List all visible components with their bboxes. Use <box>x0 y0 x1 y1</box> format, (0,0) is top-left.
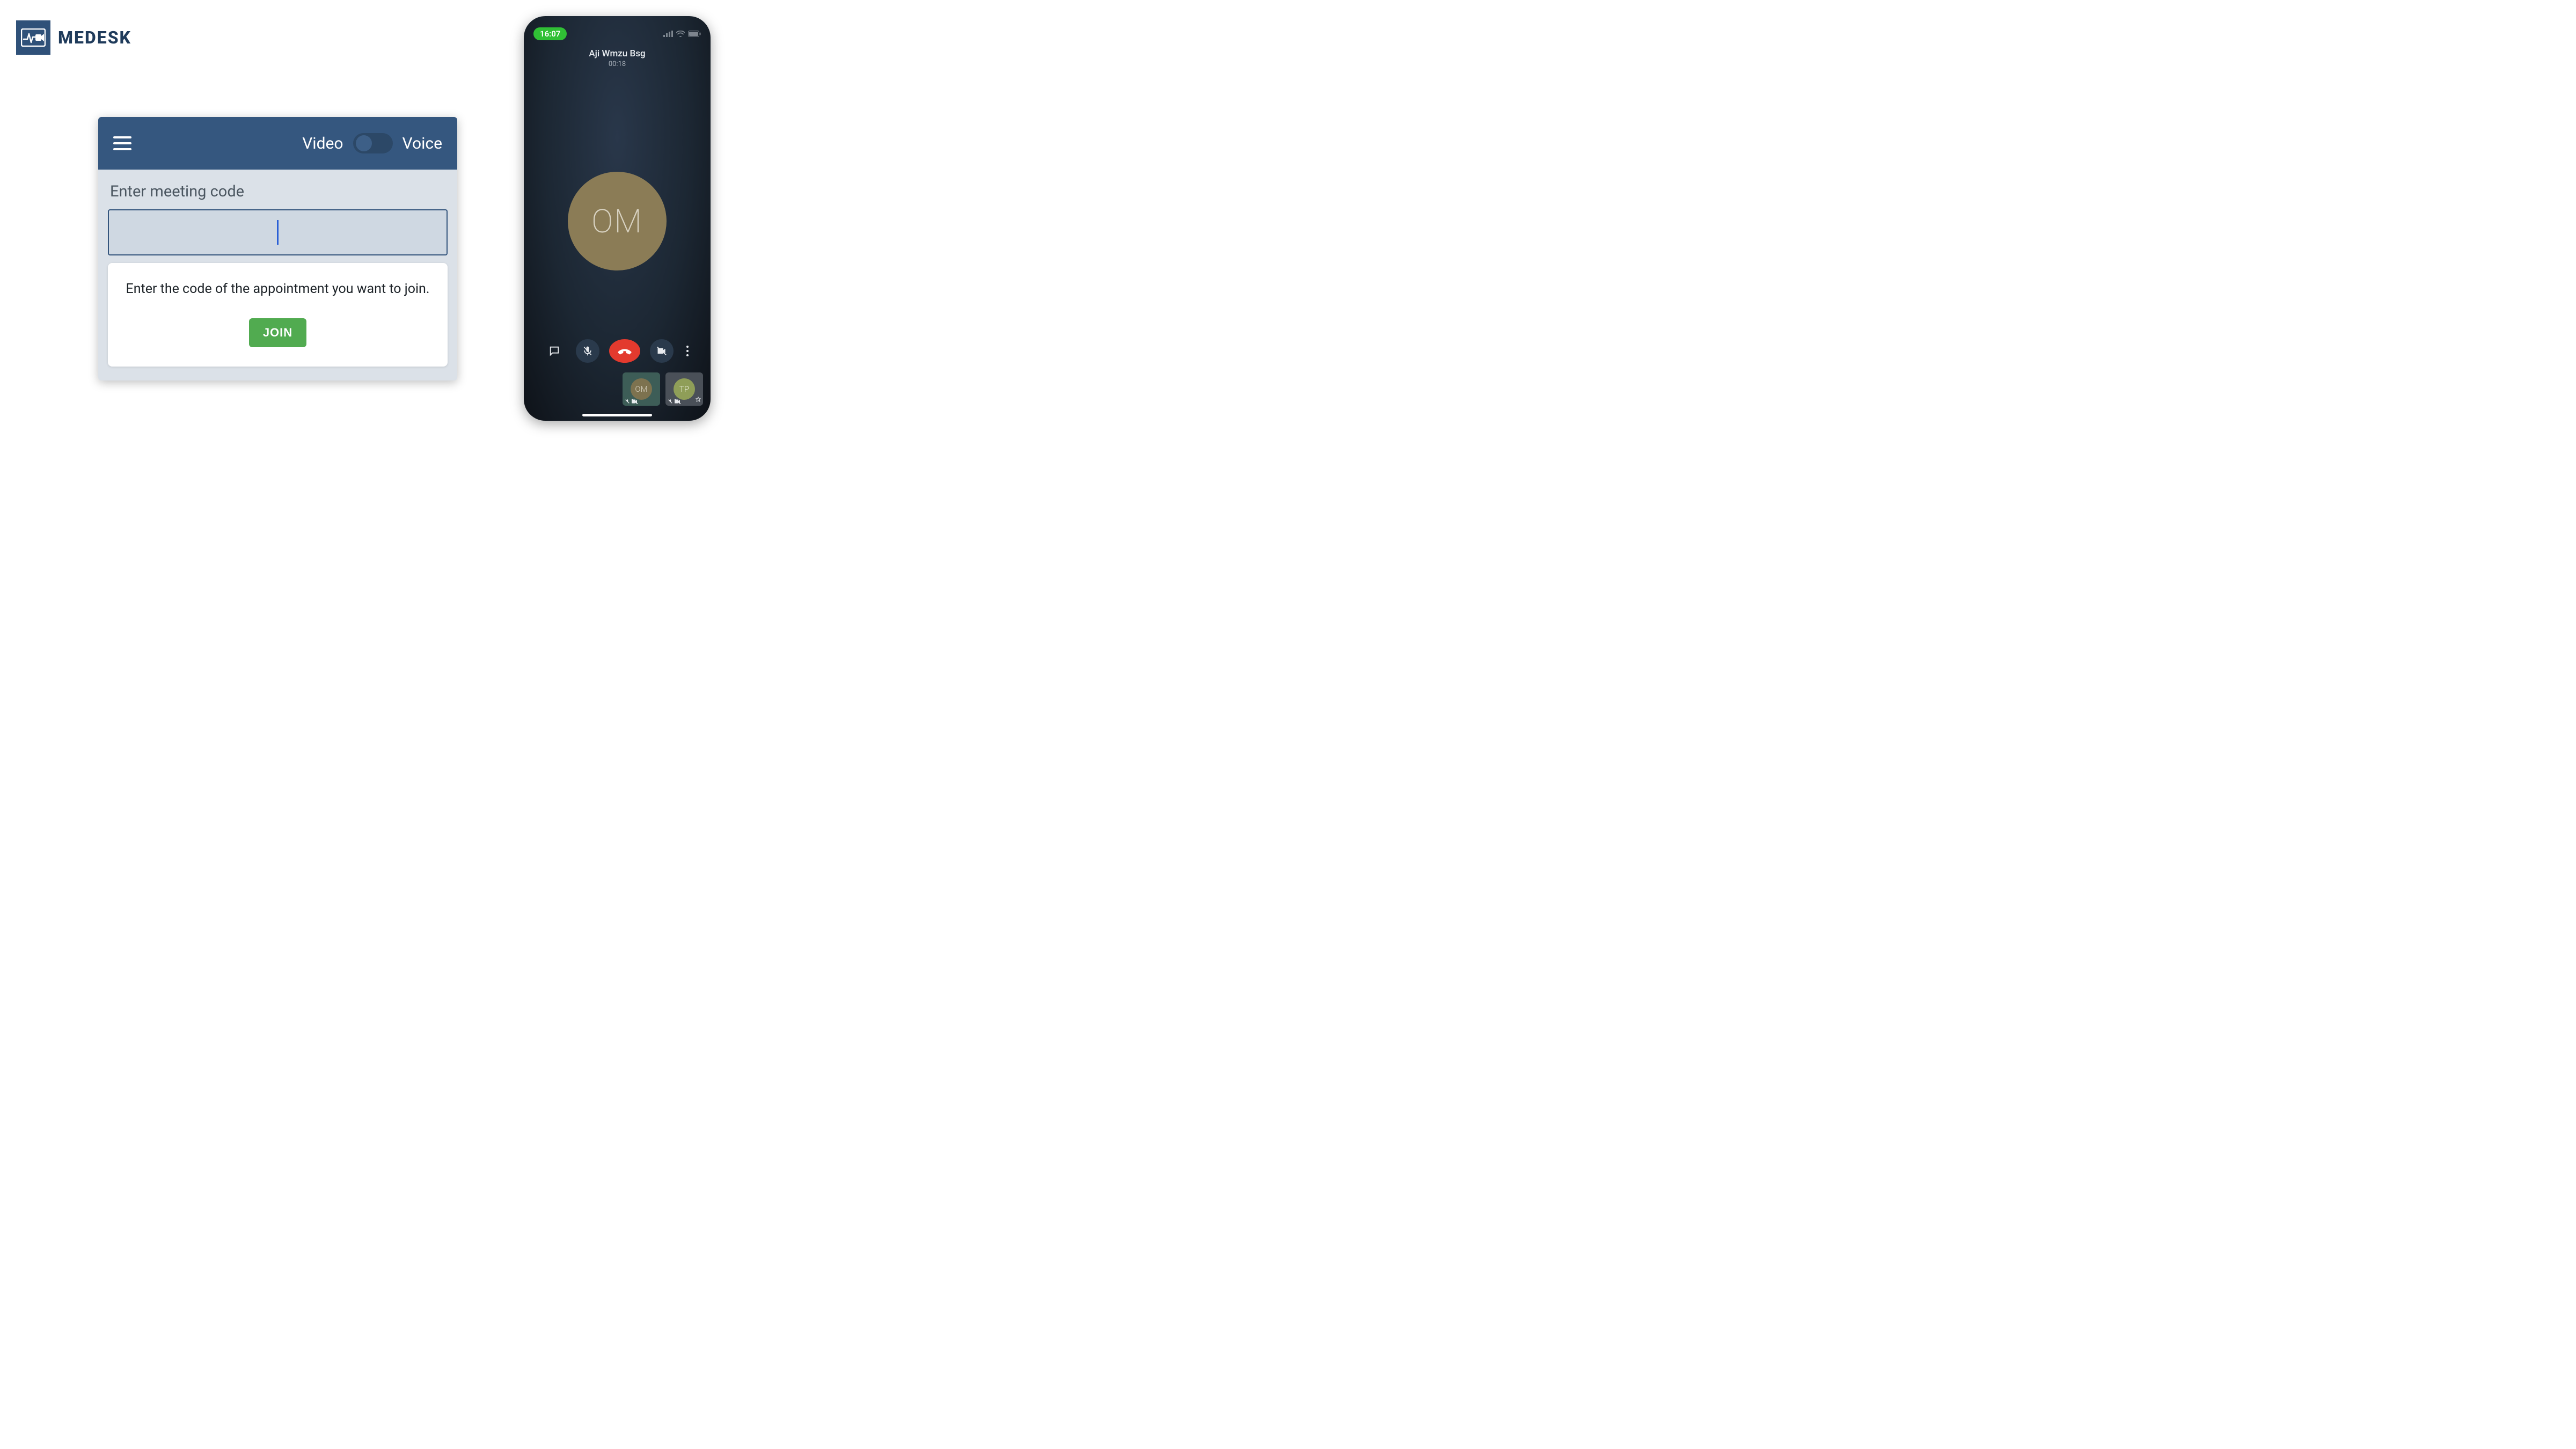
mute-button[interactable] <box>576 339 599 363</box>
menu-icon[interactable] <box>113 136 131 150</box>
star-icon <box>696 394 701 404</box>
text-caret <box>277 220 279 245</box>
participant-tile-om[interactable]: OM <box>623 372 660 406</box>
join-hint: Enter the code of the appointment you wa… <box>119 281 437 297</box>
caller-avatar-initials: OM <box>591 202 643 240</box>
join-card: Enter the code of the appointment you wa… <box>108 263 448 367</box>
status-time-pill: 16:07 <box>533 27 567 40</box>
tile-avatar: TP <box>674 378 695 400</box>
mic-off-icon <box>625 399 630 404</box>
panel-body: Enter meeting code Enter the code of the… <box>98 170 457 380</box>
panel-header: Video Voice <box>98 117 457 170</box>
toggle-knob <box>356 135 372 151</box>
tile-status-icons <box>625 399 638 404</box>
cellular-icon <box>663 31 673 37</box>
tile-avatar: OM <box>631 378 652 400</box>
meeting-code-panel: Video Voice Enter meeting code Enter the… <box>98 117 457 380</box>
call-mode-toggle-group: Video Voice <box>302 133 442 153</box>
wifi-icon <box>676 31 685 37</box>
participant-tiles: OM TP <box>623 372 703 406</box>
meeting-code-input[interactable] <box>108 209 448 255</box>
battery-icon <box>688 31 701 37</box>
caller-name: Aji Wmzu Bsg <box>524 48 711 59</box>
status-bar: 16:07 <box>524 26 711 42</box>
status-icons <box>663 31 701 37</box>
call-controls <box>524 339 711 363</box>
video-voice-toggle[interactable] <box>353 133 393 153</box>
camera-off-button[interactable] <box>650 339 674 363</box>
home-indicator <box>582 414 652 416</box>
mode-video-label: Video <box>302 134 343 153</box>
mic-off-icon <box>668 399 673 404</box>
cam-off-icon <box>632 399 638 404</box>
join-button[interactable]: JOIN <box>249 318 306 347</box>
chat-button[interactable] <box>543 339 566 363</box>
call-duration: 00:18 <box>524 60 711 68</box>
meeting-code-label: Enter meeting code <box>110 182 448 201</box>
mode-voice-label: Voice <box>402 134 442 153</box>
phone-mock: 16:07 Aji Wmzu Bsg 00:18 OM OM <box>524 16 711 421</box>
end-call-button[interactable] <box>609 339 640 363</box>
participant-tile-tp[interactable]: TP <box>665 372 703 406</box>
brand-name: MEDESK <box>58 27 131 48</box>
brand-logo: MEDESK <box>16 20 131 55</box>
caller-avatar: OM <box>568 172 667 270</box>
brand-icon <box>16 20 50 55</box>
call-header: Aji Wmzu Bsg 00:18 <box>524 48 711 68</box>
more-options-button[interactable] <box>683 346 692 356</box>
cam-off-icon <box>675 399 681 404</box>
tile-status-icons <box>668 399 681 404</box>
